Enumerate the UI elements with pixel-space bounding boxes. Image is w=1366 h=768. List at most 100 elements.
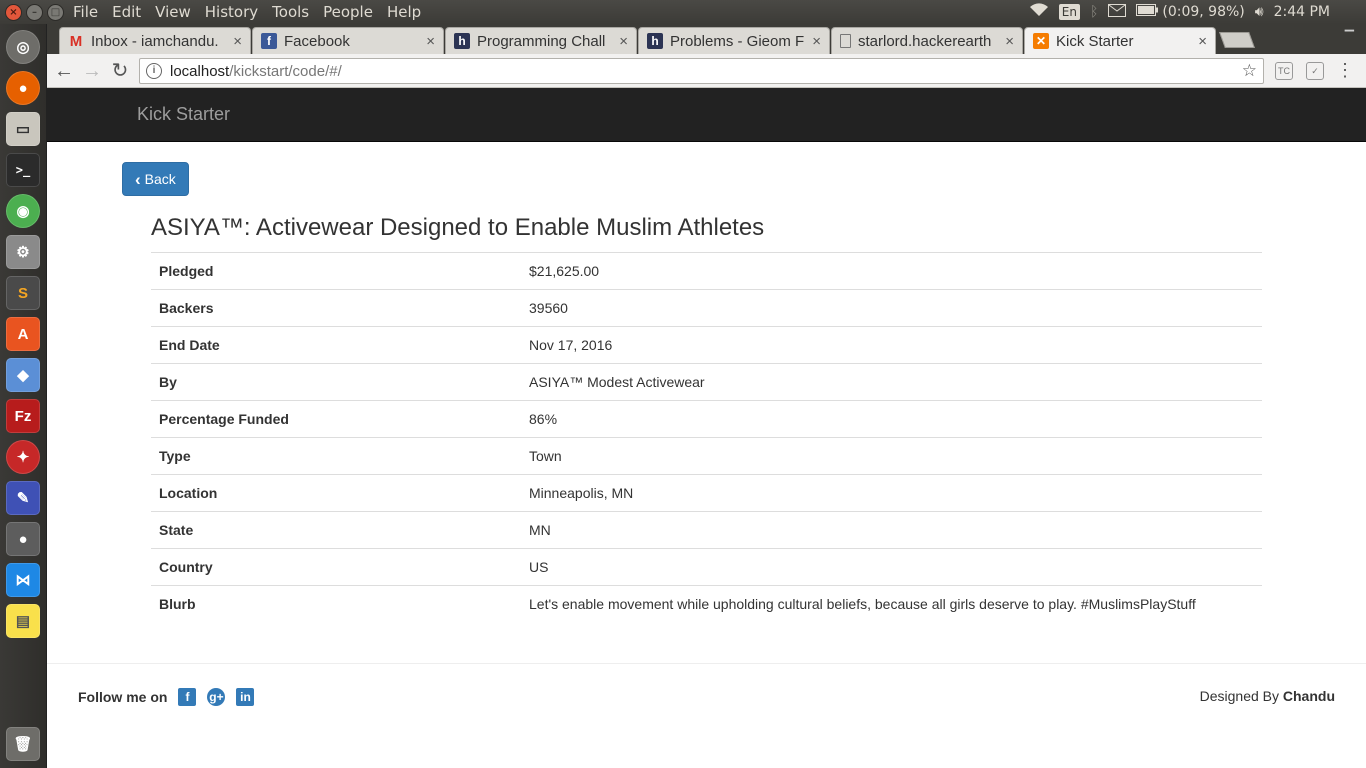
system-indicators: En ᛒ (0:09, 98%) 🔊︎ 2:44 PM: [1029, 3, 1366, 21]
chevron-left-icon: ‹: [135, 169, 141, 189]
system-menubar: × – □ File Edit View History Tools Peopl…: [0, 0, 1366, 24]
new-tab-button[interactable]: [1219, 32, 1255, 48]
virtualbox-icon[interactable]: ◆: [6, 358, 40, 392]
menu-edit[interactable]: Edit: [105, 3, 148, 21]
close-tab-icon[interactable]: ×: [1005, 33, 1014, 50]
follow-label: Follow me on: [78, 689, 168, 705]
close-tab-icon[interactable]: ×: [1198, 33, 1207, 50]
google-plus-icon[interactable]: g+: [207, 688, 226, 706]
close-tab-icon[interactable]: ×: [426, 33, 435, 50]
designed-by-label: Designed By: [1199, 688, 1279, 704]
menu-view[interactable]: View: [148, 3, 198, 21]
tab-title: Facebook: [284, 32, 350, 50]
project-title: ASIYA™: Activewear Designed to Enable Mu…: [151, 214, 765, 241]
detail-value: 86%: [521, 400, 1262, 438]
keyboard-language-indicator[interactable]: En: [1058, 4, 1080, 20]
detail-value: 39560: [521, 289, 1262, 327]
url-path: /kickstart/code/#/: [229, 62, 342, 80]
address-bar[interactable]: i localhost/kickstart/code/#/ ☆: [139, 58, 1264, 84]
vscode-icon[interactable]: ⋈: [6, 563, 40, 597]
trash-icon[interactable]: 🗑︎: [6, 727, 40, 761]
browser-menu-icon[interactable]: ⋮: [1336, 60, 1354, 81]
info-icon[interactable]: i: [146, 63, 162, 79]
minimize-window-button[interactable]: –: [26, 3, 43, 21]
mail-icon[interactable]: [1108, 3, 1127, 21]
volume-icon[interactable]: 🔊︎: [1255, 4, 1264, 20]
gmail-icon: M: [69, 32, 83, 50]
profile-icon[interactable]: ▔: [1345, 30, 1354, 44]
app-menu: File Edit View History Tools People Help: [66, 3, 428, 21]
tab-kick-starter[interactable]: ✕ Kick Starter ×: [1024, 27, 1216, 54]
reload-icon[interactable]: ↻: [109, 60, 131, 82]
menu-people[interactable]: People: [316, 3, 380, 21]
page-viewport: Kick Starter ‹ Back ASIYA™: Activewear D…: [47, 88, 1366, 768]
extension-icon[interactable]: TC: [1275, 62, 1293, 80]
facebook-icon[interactable]: f: [178, 688, 197, 706]
table-row: State MN: [151, 511, 1262, 549]
detail-value: Nov 17, 2016: [521, 326, 1262, 364]
clock[interactable]: 2:44 PM: [1274, 4, 1330, 20]
detail-key: Pledged: [151, 252, 521, 290]
table-row: Backers 39560: [151, 289, 1262, 327]
close-tab-icon[interactable]: ×: [233, 33, 242, 50]
detail-value: Minneapolis, MN: [521, 474, 1262, 512]
tab-problems[interactable]: h Problems - Gieom F ×: [638, 27, 830, 54]
gimp-icon[interactable]: ●: [6, 522, 40, 556]
tab-programming-challenges[interactable]: h Programming Chall ×: [445, 27, 637, 54]
terminal-icon[interactable]: >_: [6, 153, 40, 187]
settings-icon[interactable]: ⚙: [6, 235, 40, 269]
wifi-icon[interactable]: [1029, 3, 1049, 21]
bluetooth-icon[interactable]: ᛒ: [1090, 4, 1098, 20]
detail-key: End Date: [151, 326, 521, 364]
sticky-notes-icon[interactable]: ▤: [6, 604, 40, 638]
linkedin-icon[interactable]: in: [236, 688, 255, 706]
sublime-text-icon[interactable]: S: [6, 276, 40, 310]
detail-value: Let's enable movement while upholding cu…: [521, 585, 1262, 623]
detail-key: Percentage Funded: [151, 400, 521, 438]
bookmark-star-icon[interactable]: ☆: [1242, 61, 1257, 81]
close-window-button[interactable]: ×: [5, 3, 22, 21]
detail-key: Type: [151, 437, 521, 475]
facebook-icon: f: [261, 33, 277, 49]
battery-icon[interactable]: [1136, 4, 1159, 20]
menu-history[interactable]: History: [198, 3, 265, 21]
detail-value: MN: [521, 511, 1262, 549]
tab-inbox[interactable]: M Inbox - iamchandu. ×: [59, 27, 251, 54]
table-row: Location Minneapolis, MN: [151, 474, 1262, 512]
window-controls: × – □: [0, 3, 66, 21]
extension-icon[interactable]: ✓: [1306, 62, 1324, 80]
forward-arrow-icon[interactable]: →: [81, 60, 103, 82]
files-icon[interactable]: ▭: [6, 112, 40, 146]
tab-facebook[interactable]: f Facebook ×: [252, 27, 444, 54]
site-footer: Follow me on f g+ in Designed By Chandu: [47, 663, 1366, 768]
chrome-icon[interactable]: ◉: [6, 194, 40, 228]
app-icon[interactable]: ✦: [6, 440, 40, 474]
battery-status: (0:09, 98%): [1162, 4, 1245, 20]
detail-value: ASIYA™ Modest Activewear: [521, 363, 1262, 401]
close-tab-icon[interactable]: ×: [619, 33, 628, 50]
detail-key: State: [151, 511, 521, 549]
back-button[interactable]: ‹ Back: [122, 162, 189, 196]
tab-title: Inbox - iamchandu.: [91, 32, 219, 50]
close-tab-icon[interactable]: ×: [812, 33, 821, 50]
menu-help[interactable]: Help: [380, 3, 428, 21]
software-center-icon[interactable]: A: [6, 317, 40, 351]
table-row: Blurb Let's enable movement while upholdi…: [151, 585, 1262, 623]
filezilla-icon[interactable]: Fz: [6, 399, 40, 433]
maximize-window-button[interactable]: □: [47, 3, 64, 21]
table-row: Percentage Funded 86%: [151, 400, 1262, 438]
tab-starlord[interactable]: starlord.hackerearth ×: [831, 27, 1023, 54]
detail-value: Town: [521, 437, 1262, 475]
back-button-label: Back: [144, 171, 176, 187]
social-links: Follow me on f g+ in: [78, 688, 255, 706]
firefox-icon[interactable]: ●: [6, 71, 40, 105]
tool-icon[interactable]: ✎: [6, 481, 40, 515]
menu-tools[interactable]: Tools: [265, 3, 316, 21]
detail-key: Location: [151, 474, 521, 512]
back-arrow-icon[interactable]: ←: [53, 60, 75, 82]
dash-home-icon[interactable]: ◎: [6, 30, 40, 64]
navbar-brand[interactable]: Kick Starter: [137, 104, 230, 125]
document-icon: [840, 34, 851, 48]
detail-value: US: [521, 548, 1262, 586]
menu-file[interactable]: File: [66, 3, 105, 21]
